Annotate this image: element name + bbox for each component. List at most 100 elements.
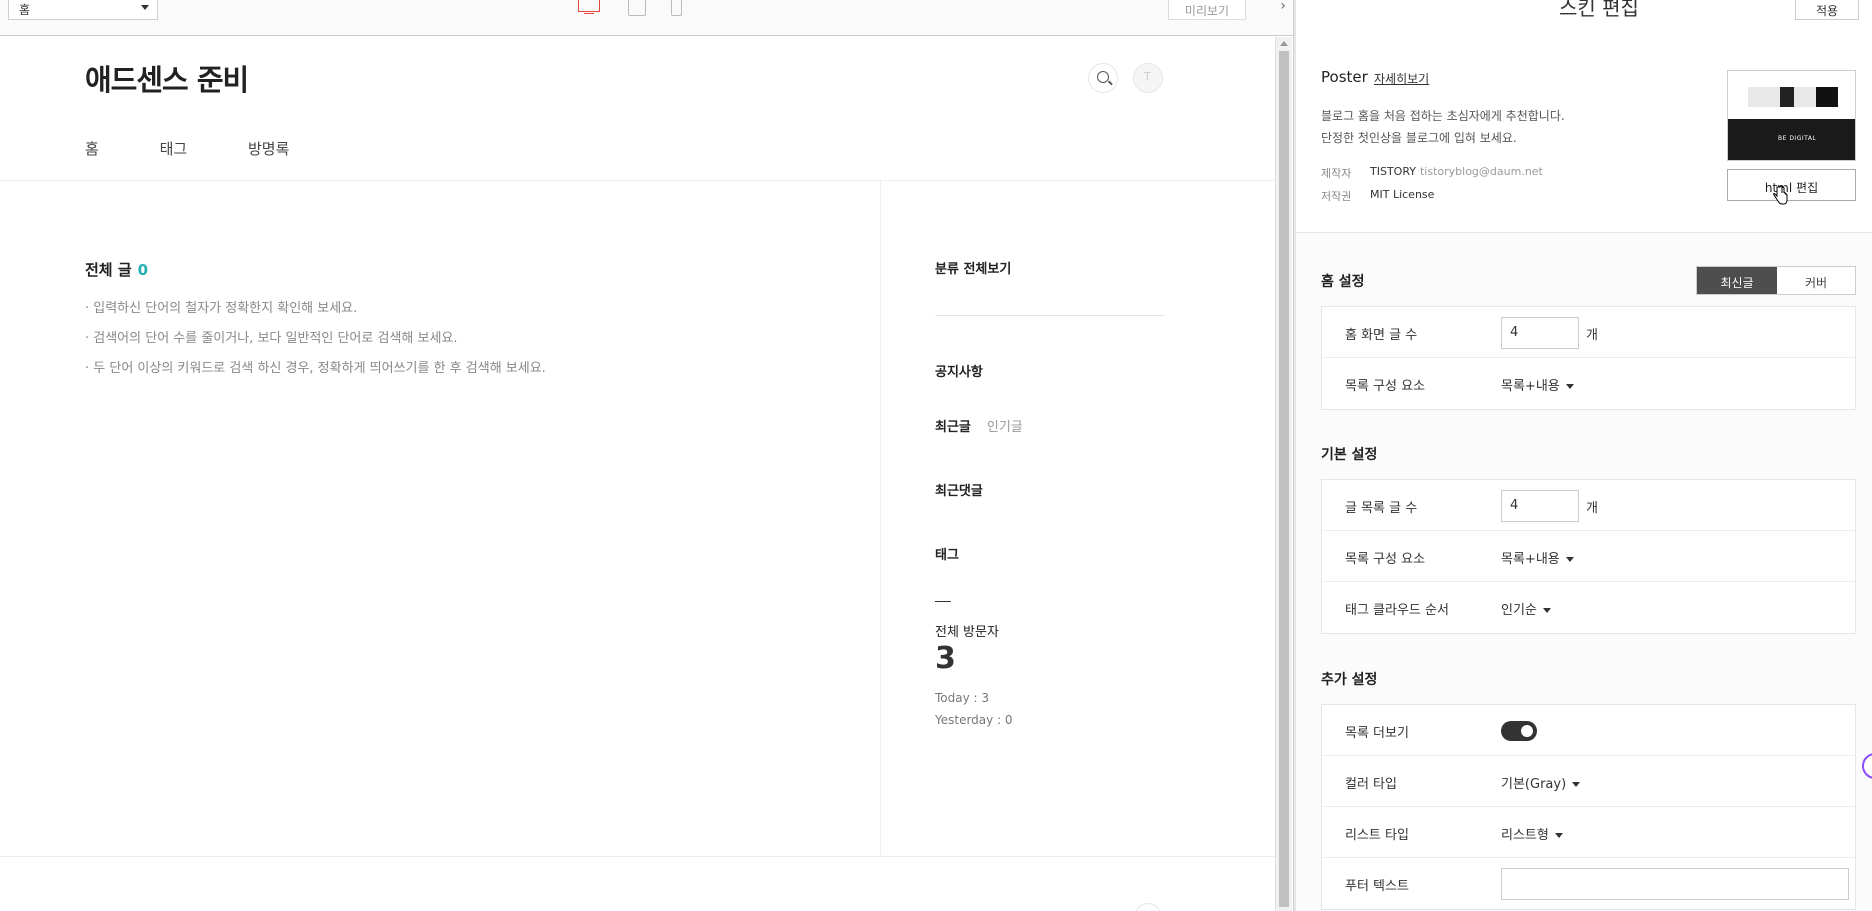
setting-row: 리스트 타입 리스트형 — [1322, 807, 1855, 858]
chevron-down-icon — [1565, 557, 1574, 562]
unit-label: 개 — [1586, 328, 1598, 343]
section-title-basic: 기본 설정 — [1321, 447, 1378, 463]
chevron-down-icon — [1542, 608, 1551, 613]
preview-toolbar: 홈 미리보기 › — [0, 0, 1293, 36]
select-value: 리스트형 — [1501, 828, 1549, 843]
divider — [935, 601, 951, 602]
list-item: 입력하신 단어의 철자가 정확한지 확인해 보세요. — [85, 294, 546, 324]
setting-label: 리스트 타입 — [1345, 828, 1409, 843]
section-title-home: 홈 설정 — [1321, 274, 1365, 290]
tab-cover[interactable]: 커버 — [1777, 267, 1855, 294]
scrollbar-thumb[interactable] — [1279, 51, 1289, 907]
blog-title[interactable]: 애드센스 준비 — [85, 57, 249, 99]
list-item: 검색어의 단어 수를 줄이거나, 보다 일반적인 단어로 검색해 보세요. — [85, 324, 546, 354]
visitors-total: 3 — [935, 641, 956, 676]
profile-icon[interactable] — [1133, 63, 1163, 93]
blog-preview: 애드센스 준비 홈 태그 방명록 전체 글 0 입력하신 단어의 철자가 정확한지… — [0, 37, 1275, 911]
tab-popular[interactable]: 인기글 — [987, 420, 1023, 435]
scroll-up-icon[interactable] — [1280, 41, 1288, 46]
author-email: tistoryblog@daum.net — [1419, 165, 1543, 178]
preview-scrollbar[interactable] — [1275, 37, 1292, 911]
author-value: TISTORY tistoryblog@daum.net — [1370, 165, 1543, 178]
author-name: TISTORY — [1370, 165, 1416, 178]
home-post-count-input[interactable]: 4 — [1501, 317, 1579, 349]
sidebar-notice: 공지사항 — [935, 365, 983, 380]
list-item: 두 단어 이상의 키워드로 검색 하신 경우, 정확하게 띄어쓰기를 한 후 검… — [85, 354, 546, 384]
skin-description: 단정한 첫인상을 블로그에 입혀 보세요. — [1321, 131, 1517, 145]
divider — [0, 180, 1275, 181]
setting-row: 목록 더보기 — [1322, 705, 1855, 756]
chevron-down-icon — [141, 5, 149, 10]
home-list-element-select[interactable]: 목록+내용 — [1501, 375, 1574, 394]
setting-label: 글 목록 글 수 — [1345, 501, 1418, 516]
blog-nav: 홈 태그 방명록 — [85, 138, 345, 159]
tag-cloud-order-select[interactable]: 인기순 — [1501, 599, 1551, 618]
skin-description: 블로그 홈을 처음 접하는 초심자에게 추천합니다. — [1321, 109, 1565, 123]
home-settings-group: 홈 화면 글 수 4 개 목록 구성 요소 목록+내용 — [1321, 306, 1856, 410]
page-select[interactable]: 홈 — [8, 0, 158, 20]
desktop-view-icon[interactable] — [578, 0, 600, 14]
search-icon[interactable] — [1088, 63, 1118, 93]
setting-row: 목록 구성 요소 목록+내용 — [1322, 531, 1855, 582]
divider — [0, 856, 1275, 857]
list-more-toggle[interactable] — [1501, 721, 1537, 741]
visitors-today: Today : 3 — [935, 691, 990, 705]
panel-header: 스킨 편집 적용 — [1296, 0, 1872, 20]
author-label: 제작자 — [1321, 167, 1352, 180]
chevron-down-icon — [1572, 782, 1581, 787]
setting-row: 홈 화면 글 수 4 개 — [1322, 307, 1855, 358]
section-title-extra: 추가 설정 — [1321, 672, 1378, 688]
chevron-down-icon — [1565, 384, 1574, 389]
hand-cursor-icon — [1773, 186, 1788, 205]
setting-row: 태그 클라우드 순서 인기순 — [1322, 582, 1855, 633]
sidebar-category-all[interactable]: 분류 전체보기 — [935, 258, 1011, 277]
scroll-top-icon[interactable] — [1135, 903, 1161, 911]
list-post-count-input[interactable]: 4 — [1501, 490, 1579, 522]
preview-button[interactable]: 미리보기 — [1168, 0, 1246, 20]
setting-row: 글 목록 글 수 4 개 — [1322, 480, 1855, 531]
extra-settings-group: 목록 더보기 컬러 타입 기본(Gray) 리스트 타입 리스트형 푸터 텍스트 — [1321, 704, 1856, 910]
panel-collapse-icon[interactable]: › — [1273, 0, 1293, 13]
chevron-down-icon — [1554, 833, 1563, 838]
nav-item-guestbook[interactable]: 방명록 — [248, 140, 289, 158]
tab-recent[interactable]: 최근글 — [935, 420, 971, 435]
setting-row: 목록 구성 요소 목록+내용 — [1322, 358, 1855, 409]
unit-label: 개 — [1586, 501, 1598, 516]
settings-area: 홈 설정 최신글 커버 홈 화면 글 수 4 개 목록 구성 요소 목록+내용 … — [1296, 233, 1872, 911]
skin-details-link[interactable]: 자세히보기 — [1374, 70, 1429, 87]
skin-editor-panel: 스킨 편집 적용 Poster 자세히보기 블로그 홈을 처음 접하는 초심자에… — [1296, 0, 1872, 911]
tab-latest[interactable]: 최신글 — [1697, 267, 1777, 294]
setting-label: 목록 구성 요소 — [1345, 379, 1426, 394]
color-type-select[interactable]: 기본(Gray) — [1501, 773, 1581, 792]
basic-settings-group: 글 목록 글 수 4 개 목록 구성 요소 목록+내용 태그 클라우드 순서 인… — [1321, 479, 1856, 634]
panel-title: 스킨 편집 — [1559, 0, 1639, 20]
list-type-select[interactable]: 리스트형 — [1501, 824, 1563, 843]
list-element-select[interactable]: 목록+내용 — [1501, 548, 1574, 567]
tablet-view-icon[interactable] — [628, 0, 646, 16]
setting-label: 목록 구성 요소 — [1345, 552, 1426, 567]
skin-name: Poster — [1321, 68, 1368, 86]
all-posts-count: 0 — [137, 261, 149, 279]
select-value: 기본(Gray) — [1501, 777, 1567, 792]
thumbnail-banner: BE DIGITAL — [1728, 119, 1855, 160]
mobile-view-icon[interactable] — [671, 0, 682, 16]
divider — [880, 181, 881, 857]
license-value: MIT License — [1370, 188, 1435, 201]
html-edit-button[interactable]: html 편집 — [1727, 169, 1856, 201]
setting-row: 푸터 텍스트 — [1322, 858, 1855, 909]
footer-text-input[interactable] — [1501, 868, 1849, 900]
setting-label: 목록 더보기 — [1345, 726, 1409, 741]
home-mode-toggle: 최신글 커버 — [1696, 266, 1856, 295]
apply-button[interactable]: 적용 — [1795, 0, 1859, 20]
skin-thumbnail: BE DIGITAL — [1727, 70, 1856, 161]
nav-item-home[interactable]: 홈 — [85, 140, 99, 158]
select-value: 인기순 — [1501, 603, 1537, 618]
sidebar-recent-tabs: 최근글 인기글 — [935, 416, 1023, 435]
nav-item-tags[interactable]: 태그 — [160, 140, 188, 158]
setting-label: 태그 클라우드 순서 — [1345, 603, 1449, 618]
thumbnail-text: BE DIGITAL — [1778, 135, 1817, 142]
divider — [935, 315, 1165, 316]
setting-label: 홈 화면 글 수 — [1345, 328, 1418, 343]
setting-row: 컬러 타입 기본(Gray) — [1322, 756, 1855, 807]
thumbnail-block — [1816, 87, 1838, 107]
